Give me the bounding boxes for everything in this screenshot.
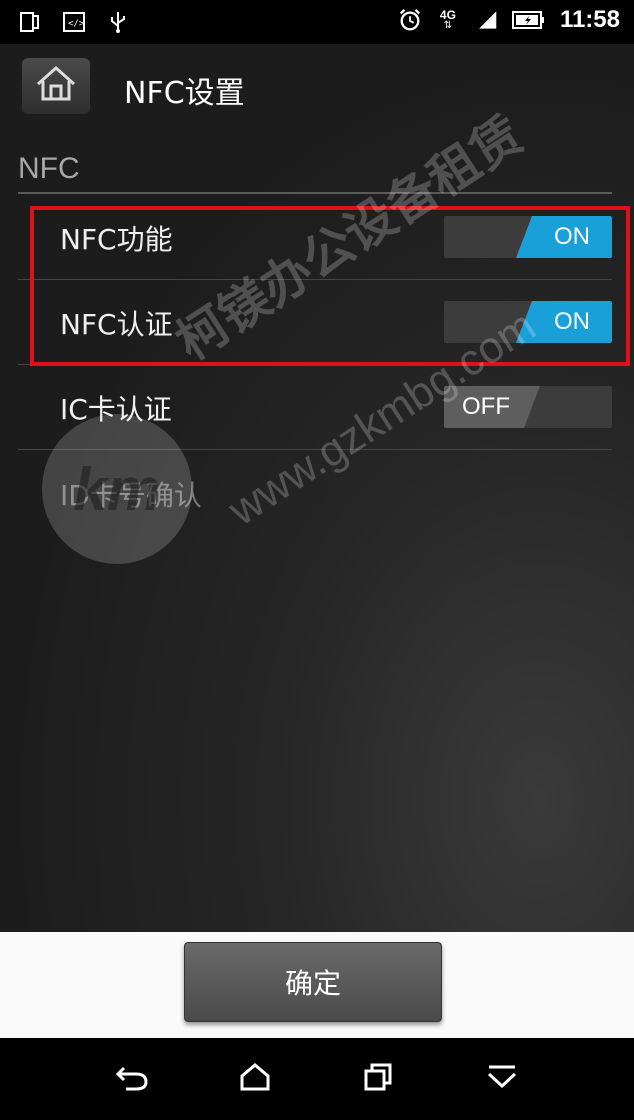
setting-label: NFC认证 [60,308,173,341]
home-button[interactable] [22,58,90,114]
back-icon [114,1062,150,1096]
svg-text:</>: </> [68,19,85,29]
usb-icon [106,10,130,34]
nfc-function-toggle[interactable]: ON [444,216,612,258]
ic-card-auth-toggle[interactable]: OFF [444,386,612,428]
alarm-icon [398,8,422,32]
toggle-state: ON [554,308,590,335]
navigation-bar [0,1038,634,1120]
phone-icon [18,10,42,34]
recent-apps-button[interactable] [359,1059,399,1099]
signal-icon [474,8,498,32]
code-icon: </> [62,10,86,34]
footer: 确定 [0,932,634,1038]
section-divider [18,192,612,194]
section-title: NFC [18,152,80,185]
battery-icon [511,8,546,32]
confirm-button[interactable]: 确定 [184,942,442,1022]
home-icon [239,1062,271,1096]
header: NFC设置 [0,44,634,132]
hide-keyboard-button[interactable] [482,1059,522,1099]
clock-time: 11:58 [559,6,620,33]
app-content: NFC设置 NFC NFC功能 ON NFC认证 ON IC卡认证 OFF ID… [0,44,634,932]
page-title: NFC设置 [124,76,245,111]
setting-label: NFC功能 [60,223,173,256]
home-icon [34,64,78,108]
recent-apps-icon [363,1062,395,1096]
network-4g-icon: 4G ⇅ [439,8,456,31]
row-divider [18,364,612,365]
back-button[interactable] [112,1059,152,1099]
status-bar: </> 4G ⇅ 11:58 [0,0,634,44]
nav-home-button[interactable] [235,1059,275,1099]
hide-keyboard-icon [485,1062,519,1096]
watermark-logo: km [42,414,192,564]
toggle-state: OFF [462,393,510,420]
toggle-state: ON [554,223,590,250]
